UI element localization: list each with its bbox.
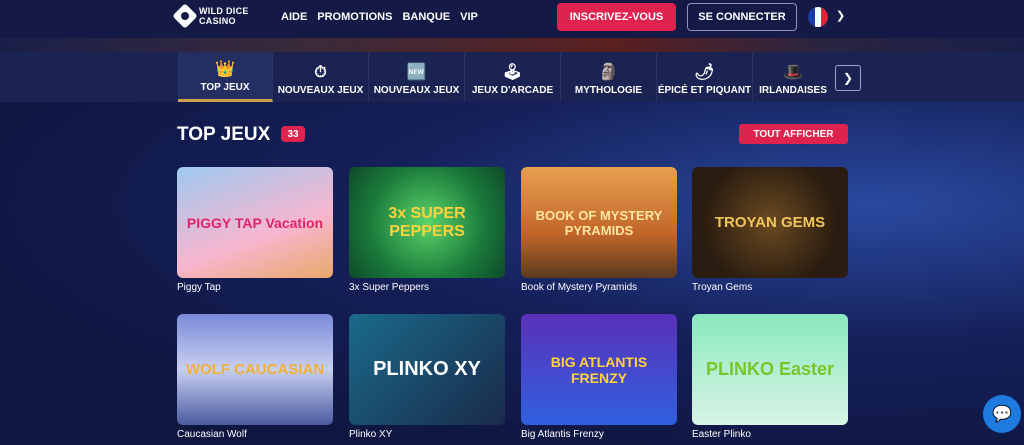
site-logo[interactable]: WILD DICE CASINO	[172, 3, 249, 29]
chat-support-button[interactable]: 💬	[983, 395, 1021, 433]
game-name[interactable]: Big Atlantis Frenzy	[521, 429, 604, 440]
tab-top-jeux[interactable]: 👑 TOP JEUX	[178, 52, 273, 102]
game-count-badge: 33	[281, 126, 305, 142]
chevron-right-icon: ❯	[842, 71, 854, 85]
game-tile-3x-super-peppers[interactable]: 3x SUPER PEPPERS	[349, 167, 505, 278]
game-tile-big-atlantis-frenzy[interactable]: BIG ATLANTIS FRENZY	[521, 314, 677, 425]
game-tile-troyan-gems[interactable]: TROYAN GEMS	[692, 167, 848, 278]
game-name[interactable]: Plinko XY	[349, 429, 392, 440]
tab-irlandaises[interactable]: 🎩 IRLANDAISES	[753, 52, 833, 102]
stopwatch-icon: ⏱	[314, 64, 327, 81]
nav-banque[interactable]: BANQUE	[402, 11, 450, 23]
section-title: TOP JEUX	[177, 124, 271, 145]
next-category-button[interactable]: ❯	[835, 65, 861, 91]
game-name[interactable]: 3x Super Peppers	[349, 282, 429, 293]
new-badge-icon: 🆕	[406, 64, 427, 81]
nav-promotions[interactable]: PROMOTIONS	[317, 11, 392, 23]
tab-nouveaux-jeux-2[interactable]: 🆕 NOUVEAUX JEUX	[369, 52, 465, 102]
game-name[interactable]: Book of Mystery Pyramids	[521, 282, 637, 293]
chili-pepper-icon: 🌶	[694, 64, 715, 81]
game-tile-piggy-tap[interactable]: PIGGY TAP Vacation	[177, 167, 333, 278]
logo-line1: WILD DICE	[199, 6, 249, 16]
joystick-icon: 🕹	[502, 64, 523, 81]
chat-bubble-icon: 💬	[992, 406, 1012, 423]
game-tile-easter-plinko[interactable]: PLINKO Easter	[692, 314, 848, 425]
game-name[interactable]: Troyan Gems	[692, 282, 752, 293]
game-tile-caucasian-wolf[interactable]: WOLF CAUCASIAN	[177, 314, 333, 425]
top-bar	[0, 0, 1024, 38]
game-tile-plinko-xy[interactable]: PLINKO XY	[349, 314, 505, 425]
signup-button[interactable]: INSCRIVEZ-VOUS	[557, 3, 676, 31]
tab-nouveaux-jeux[interactable]: ⏱ NOUVEAUX JEUX	[273, 52, 369, 102]
fr-flag-icon[interactable]	[808, 7, 828, 27]
game-name[interactable]: Caucasian Wolf	[177, 429, 247, 440]
logo-line2: CASINO	[199, 16, 236, 26]
pharaoh-icon: 🗿	[598, 64, 619, 81]
show-all-button[interactable]: TOUT AFFICHER	[739, 124, 848, 144]
promo-banner-strip	[0, 38, 1024, 52]
game-tile-book-of-mystery-pyramids[interactable]: BOOK OF MYSTERY PYRAMIDS	[521, 167, 677, 278]
nav-aide[interactable]: AIDE	[281, 11, 307, 23]
game-name[interactable]: Piggy Tap	[177, 282, 221, 293]
leprechaun-hat-icon: 🎩	[783, 64, 803, 81]
crown-icon: 👑	[215, 61, 235, 78]
chevron-down-icon[interactable]: ❯	[836, 9, 845, 22]
tab-epice-et-piquant[interactable]: 🌶 ÉPICÉ ET PIQUANT	[657, 52, 753, 102]
login-button[interactable]: SE CONNECTER	[687, 3, 797, 31]
main-content	[0, 102, 1024, 445]
main-nav: AIDE PROMOTIONS BANQUE VIP	[281, 11, 478, 23]
tab-jeux-arcade[interactable]: 🕹 JEUX D'ARCADE	[465, 52, 561, 102]
dice-logo-icon	[172, 3, 198, 29]
tab-mythologie[interactable]: 🗿 MYTHOLOGIE	[561, 52, 657, 102]
nav-vip[interactable]: VIP	[460, 11, 478, 23]
game-name[interactable]: Easter Plinko	[692, 429, 751, 440]
